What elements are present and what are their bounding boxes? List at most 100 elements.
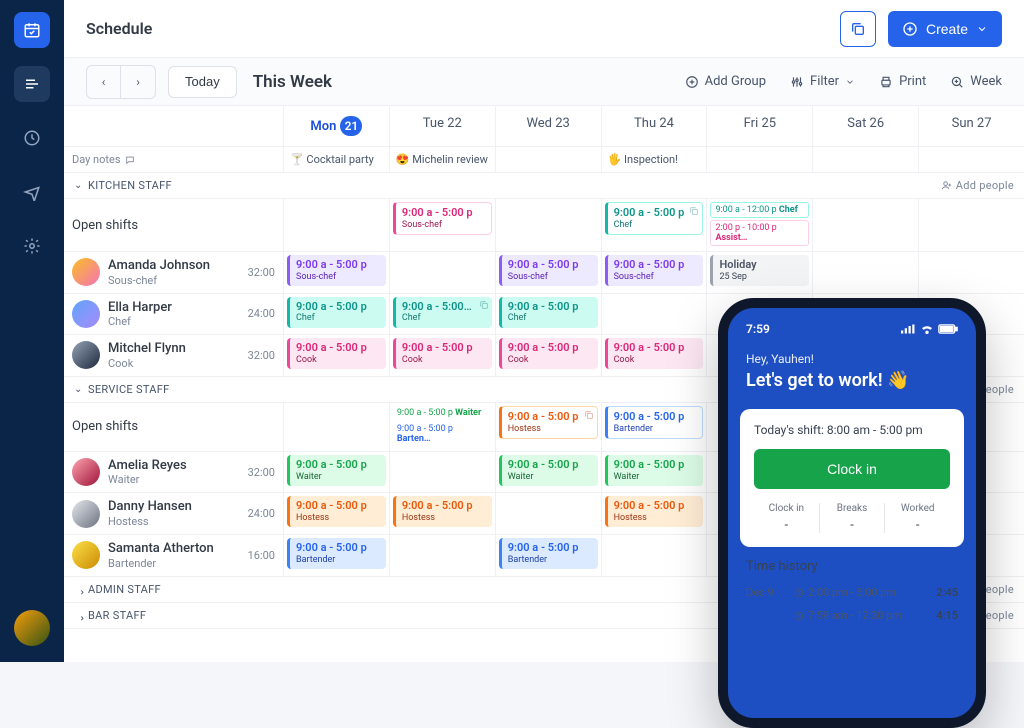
- schedule-cell[interactable]: 9:00 a - 5:00 pCook: [390, 335, 496, 376]
- person-row[interactable]: Mitchel FlynnCook 32:00: [64, 335, 284, 376]
- today-button[interactable]: Today: [168, 66, 237, 98]
- person-row[interactable]: Amelia ReyesWaiter 32:00: [64, 452, 284, 493]
- shift-open[interactable]: 9:00 a - 5:00 pChef: [605, 202, 704, 235]
- shift[interactable]: 9:00 a - 5:00 pCook: [605, 338, 704, 369]
- copy-button[interactable]: [840, 11, 876, 47]
- schedule-cell[interactable]: 9:00 a - 5:00 pHostess: [284, 493, 390, 534]
- shift[interactable]: 9:00 a - 5:00 pHostess: [605, 496, 704, 527]
- history-row[interactable]: 7:59 am - 12:30 pm 4:15: [746, 609, 958, 622]
- shift[interactable]: 9:00 a - 5:00 pBartender: [499, 538, 598, 569]
- schedule-cell[interactable]: [602, 294, 708, 335]
- day-header-sat[interactable]: Sat 26: [813, 106, 919, 146]
- schedule-cell[interactable]: 9:00 a - 5:00 pSous-chef: [284, 252, 390, 293]
- day-note[interactable]: [919, 147, 1024, 172]
- schedule-cell[interactable]: [496, 493, 602, 534]
- shift[interactable]: 9:00 a - 5:00 pHostess: [393, 496, 492, 527]
- schedule-cell[interactable]: 9:00 a - 5:00 pHostess: [602, 493, 708, 534]
- schedule-cell[interactable]: 9:00 a - 5:00 pSous-chef: [496, 252, 602, 293]
- person-row[interactable]: Amanda JohnsonSous-chef 32:00: [64, 252, 284, 293]
- create-button[interactable]: Create: [888, 11, 1002, 47]
- schedule-cell[interactable]: [919, 252, 1024, 293]
- prev-week-button[interactable]: ‹: [87, 66, 121, 98]
- shift-open-compact[interactable]: 2:00 p - 10:00 p Assist…: [710, 220, 809, 246]
- shift[interactable]: 9:00 a - 5:00 pHostess: [287, 496, 386, 527]
- day-note[interactable]: [813, 147, 919, 172]
- shift-open[interactable]: 9:00 a - 5:00 pHostess: [499, 406, 598, 439]
- shift-open-compact[interactable]: 9:00 a - 12:00 p Chef: [710, 202, 809, 218]
- shift-open[interactable]: 9:00 a - 5:00 pSous-chef: [393, 202, 492, 235]
- shift[interactable]: 9:00 a - 5:00…Chef: [393, 297, 492, 328]
- schedule-cell[interactable]: 9:00 a - 5:00 pHostess: [496, 403, 602, 451]
- shift[interactable]: 9:00 a - 5:00 pWaiter: [499, 455, 598, 486]
- day-note[interactable]: 🖐 Inspection!: [602, 147, 708, 172]
- schedule-cell[interactable]: Holiday25 Sep: [707, 252, 813, 293]
- shift[interactable]: 9:00 a - 5:00 pCook: [499, 338, 598, 369]
- shift-open-compact[interactable]: 9:00 a - 5:00 p Waiter: [393, 406, 492, 420]
- schedule-cell[interactable]: 9:00 a - 5:00 pWaiter: [602, 452, 708, 493]
- schedule-cell[interactable]: 9:00 a - 5:00 pWaiter: [496, 452, 602, 493]
- schedule-cell[interactable]: 9:00 a - 5:00 pSous-chef: [602, 252, 708, 293]
- schedule-cell[interactable]: 9:00 a - 5:00 pBartender: [602, 403, 708, 451]
- shift[interactable]: 9:00 a - 5:00 pCook: [393, 338, 492, 369]
- schedule-cell[interactable]: 9:00 a - 5:00 pBartender: [496, 535, 602, 576]
- brand-logo[interactable]: [14, 12, 50, 48]
- shift-open[interactable]: 9:00 a - 5:00 pBartender: [605, 406, 704, 439]
- schedule-cell[interactable]: 9:00 a - 5:00 pCook: [496, 335, 602, 376]
- shift[interactable]: 9:00 a - 5:00 pSous-chef: [605, 255, 704, 286]
- day-header-sun[interactable]: Sun 27: [919, 106, 1024, 146]
- schedule-cell[interactable]: [284, 403, 390, 451]
- shift[interactable]: 9:00 a - 5:00 pWaiter: [605, 455, 704, 486]
- schedule-cell[interactable]: [496, 199, 602, 251]
- nav-timeoff[interactable]: [14, 174, 50, 210]
- schedule-cell[interactable]: 9:00 a - 5:00 pHostess: [390, 493, 496, 534]
- schedule-cell[interactable]: 9:00 a - 5:00 pChef: [602, 199, 708, 251]
- schedule-cell[interactable]: [284, 199, 390, 251]
- person-row[interactable]: Danny HansenHostess 24:00: [64, 493, 284, 534]
- schedule-cell[interactable]: [602, 535, 708, 576]
- day-note[interactable]: [707, 147, 813, 172]
- person-row[interactable]: Samanta AthertonBartender 16:00: [64, 535, 284, 576]
- history-row[interactable]: Dec 9 2:00 pm - 5:00 pm 2:45: [746, 586, 958, 599]
- clock-in-button[interactable]: Clock in: [754, 449, 950, 489]
- schedule-cell[interactable]: 9:00 a - 5:00 pChef: [284, 294, 390, 335]
- day-header-mon[interactable]: Mon21: [284, 106, 390, 146]
- schedule-cell[interactable]: 9:00 a - 5:00 pCook: [602, 335, 708, 376]
- shift[interactable]: 9:00 a - 5:00 pCook: [287, 338, 386, 369]
- filter-button[interactable]: Filter: [790, 74, 855, 89]
- shift[interactable]: 9:00 a - 5:00 pWaiter: [287, 455, 386, 486]
- schedule-cell[interactable]: [390, 535, 496, 576]
- user-avatar[interactable]: [14, 610, 50, 646]
- nav-time[interactable]: [14, 120, 50, 156]
- shift[interactable]: 9:00 a - 5:00 pBartender: [287, 538, 386, 569]
- shift[interactable]: 9:00 a - 5:00 pSous-chef: [499, 255, 598, 286]
- shift-open-compact[interactable]: 9:00 a - 5:00 p Barten…: [393, 422, 492, 446]
- schedule-cell[interactable]: [813, 199, 919, 251]
- day-header-tue[interactable]: Tue 22: [390, 106, 496, 146]
- day-note[interactable]: [496, 147, 602, 172]
- schedule-cell[interactable]: 9:00 a - 5:00 pBartender: [284, 535, 390, 576]
- day-header-wed[interactable]: Wed 23: [496, 106, 602, 146]
- nav-settings[interactable]: [14, 228, 50, 264]
- nav-schedule[interactable]: [14, 66, 50, 102]
- shift-holiday[interactable]: Holiday25 Sep: [710, 255, 809, 286]
- shift[interactable]: 9:00 a - 5:00 pChef: [287, 297, 386, 328]
- schedule-cell[interactable]: 9:00 a - 5:00…Chef: [390, 294, 496, 335]
- day-note[interactable]: 😍 Michelin review: [390, 147, 496, 172]
- view-week-button[interactable]: Week: [950, 74, 1002, 89]
- schedule-cell[interactable]: [813, 252, 919, 293]
- shift[interactable]: 9:00 a - 5:00 pChef: [499, 297, 598, 328]
- schedule-cell[interactable]: [390, 252, 496, 293]
- add-people-button[interactable]: Add people: [941, 179, 1014, 192]
- add-group-button[interactable]: Add Group: [685, 74, 766, 89]
- schedule-cell[interactable]: 9:00 a - 12:00 p Chef 2:00 p - 10:00 p A…: [707, 199, 813, 251]
- schedule-cell[interactable]: [390, 452, 496, 493]
- schedule-cell[interactable]: [919, 199, 1024, 251]
- print-button[interactable]: Print: [879, 74, 926, 89]
- group-kitchen[interactable]: ⌄ KITCHEN STAFF Add people: [64, 173, 1024, 199]
- schedule-cell[interactable]: 9:00 a - 5:00 pChef: [496, 294, 602, 335]
- next-week-button[interactable]: ›: [121, 66, 155, 98]
- day-header-thu[interactable]: Thu 24: [602, 106, 708, 146]
- schedule-cell[interactable]: 9:00 a - 5:00 pWaiter: [284, 452, 390, 493]
- schedule-cell[interactable]: 9:00 a - 5:00 pSous-chef: [390, 199, 496, 251]
- person-row[interactable]: Ella HarperChef 24:00: [64, 294, 284, 335]
